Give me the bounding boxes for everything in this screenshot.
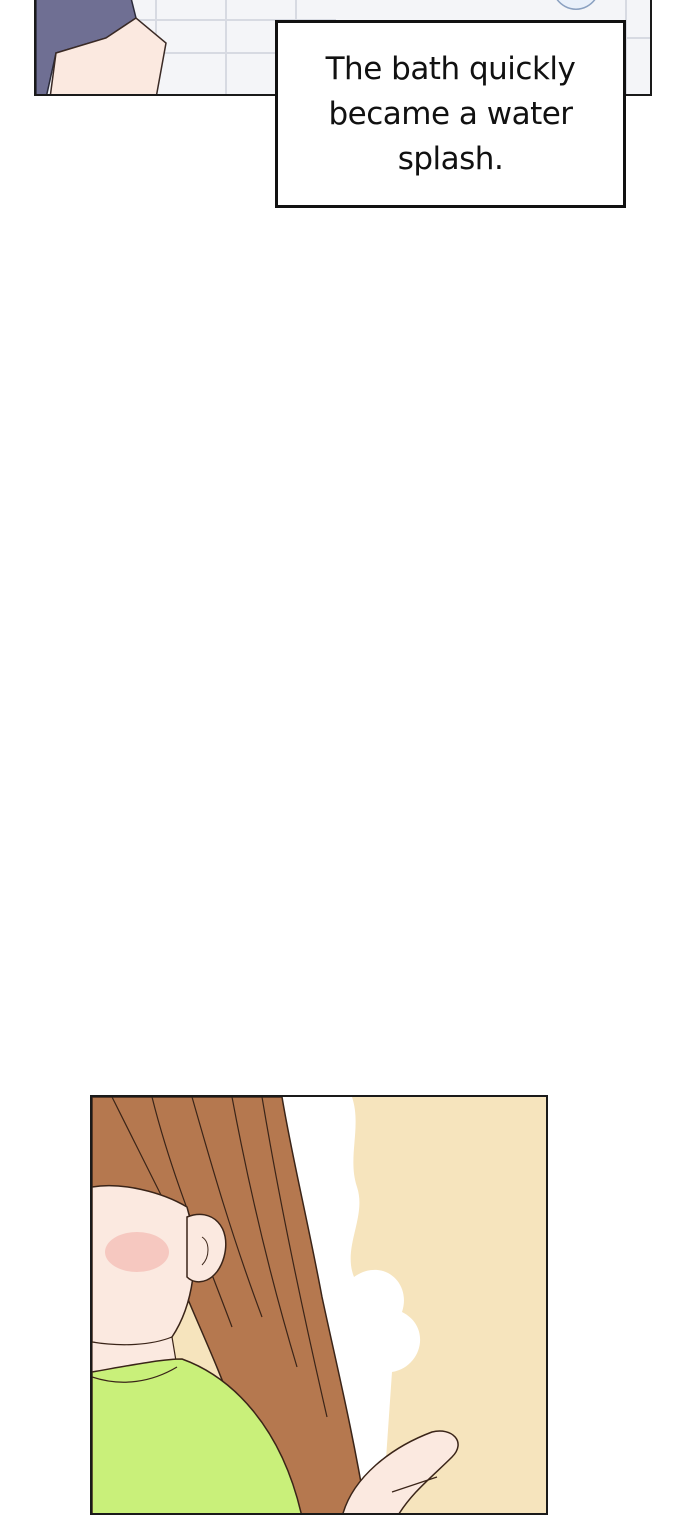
narration-caption-box: The bath quickly became a water splash.	[275, 20, 626, 208]
narration-caption-text: The bath quickly became a water splash.	[325, 50, 576, 177]
bottom-girl-panel	[90, 1095, 548, 1515]
girl-illustration	[92, 1097, 459, 1513]
